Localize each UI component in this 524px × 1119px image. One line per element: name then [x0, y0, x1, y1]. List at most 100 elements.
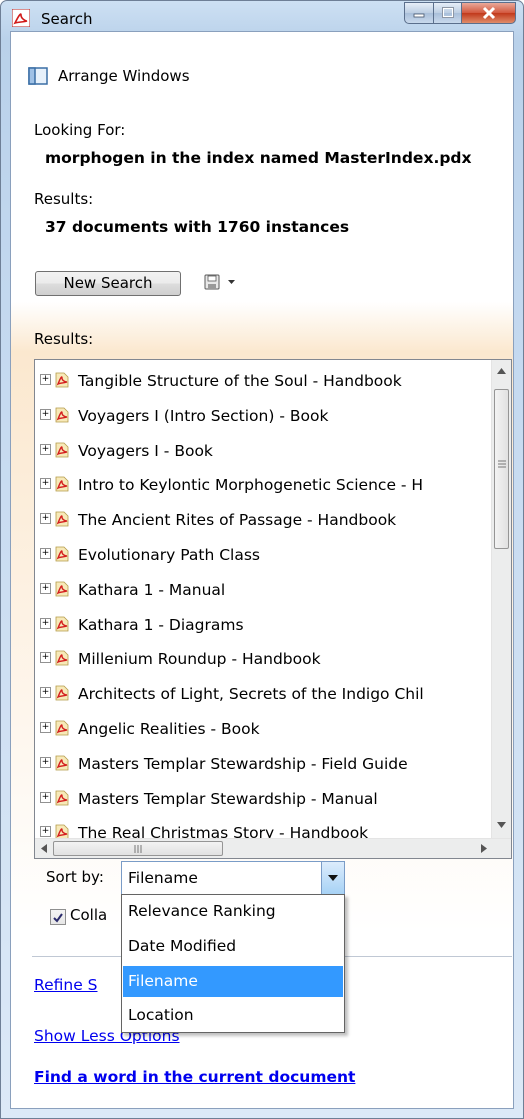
result-item[interactable]: + Tangible Structure of the Soul - Handbo…: [35, 368, 491, 402]
pdf-document-icon: [55, 720, 69, 736]
expand-icon[interactable]: +: [40, 652, 51, 664]
pdf-document-icon: [55, 546, 69, 562]
result-title: Angelic Realities - Book: [78, 720, 260, 738]
scroll-up-icon[interactable]: [497, 368, 506, 374]
expand-icon[interactable]: +: [40, 408, 51, 420]
expand-icon[interactable]: +: [40, 374, 51, 385]
vertical-scrollbar[interactable]: [491, 360, 511, 838]
sort-dropdown-button[interactable]: [321, 862, 344, 894]
result-item[interactable]: + Voyagers I (Intro Section) - Book: [35, 403, 491, 437]
result-title: Voyagers I - Book: [78, 441, 213, 460]
refine-search-link[interactable]: Refine S: [34, 976, 98, 994]
grip-icon: [134, 845, 142, 853]
expand-icon[interactable]: +: [40, 791, 51, 803]
pdf-document-icon: [55, 755, 69, 771]
title-bar[interactable]: Search: [1, 1, 523, 31]
window-title: Search: [41, 10, 93, 28]
results-tree[interactable]: + Tangible Structure of the Soul - Handbo…: [34, 359, 512, 859]
pdf-document-icon: [55, 616, 69, 631]
horizontal-scroll-thumb[interactable]: [53, 841, 223, 856]
result-item[interactable]: + The Ancient Rites of Passage - Handbook: [35, 507, 491, 541]
sort-by-value: Filename: [128, 869, 198, 887]
expand-icon[interactable]: +: [40, 617, 51, 629]
save-menu-button[interactable]: [204, 273, 240, 293]
scroll-down-icon[interactable]: [497, 822, 506, 828]
close-button[interactable]: [461, 2, 516, 24]
looking-for-label: Looking For:: [34, 121, 126, 139]
result-item[interactable]: + Architects of Light, Secrets of the Ind…: [35, 681, 491, 715]
vertical-scroll-thumb[interactable]: [494, 389, 509, 549]
result-item[interactable]: + Angelic Realities - Book: [35, 716, 491, 750]
sort-option-location[interactable]: Location: [123, 1000, 343, 1031]
result-title: Tangible Structure of the Soul - Handboo…: [78, 372, 402, 390]
sort-option-date-modified[interactable]: Date Modified: [123, 931, 343, 962]
expand-icon[interactable]: +: [40, 687, 51, 699]
result-item[interactable]: + Voyagers I - Book: [35, 438, 491, 472]
result-title: The Ancient Rites of Passage - Handbook: [78, 511, 397, 530]
result-title: Kathara 1 - Manual: [78, 580, 226, 599]
result-item[interactable]: + Kathara 1 - Diagrams: [35, 612, 491, 646]
arrange-windows-label: Arrange Windows: [58, 67, 190, 85]
result-title: Intro to Keylontic Morphogenetic Science…: [78, 476, 424, 495]
minimize-icon: [413, 13, 425, 18]
result-title: Voyagers I (Intro Section) - Book: [78, 406, 329, 425]
result-title: Kathara 1 - Diagrams: [78, 615, 244, 634]
pdf-document-icon: [55, 685, 69, 701]
sort-option-filename[interactable]: Filename: [123, 966, 343, 997]
pdf-document-icon: [55, 372, 69, 388]
sort-options-list[interactable]: Relevance Ranking Date Modified Filename…: [121, 894, 345, 1033]
pdf-document-icon: [55, 581, 69, 597]
result-item[interactable]: + Millenium Roundup - Handbook: [35, 646, 491, 680]
pdf-document-icon: [55, 790, 69, 805]
results-summary: 37 documents with 1760 instances: [45, 218, 350, 236]
result-item[interactable]: + Evolutionary Path Class: [35, 542, 491, 576]
expand-icon[interactable]: +: [40, 513, 51, 525]
sort-by-select[interactable]: Filename: [121, 861, 345, 895]
save-icon: [204, 274, 220, 290]
search-query-text: morphogen in the index named MasterIndex…: [45, 149, 472, 167]
find-word-link[interactable]: Find a word in the current document: [34, 1068, 355, 1086]
horizontal-scrollbar[interactable]: [35, 838, 511, 858]
new-search-button[interactable]: New Search: [35, 271, 181, 296]
result-title: Evolutionary Path Class: [78, 546, 260, 564]
result-item[interactable]: + Intro to Keylontic Morphogenetic Scienc…: [35, 472, 491, 506]
close-icon: [482, 6, 495, 20]
minimize-button[interactable]: [404, 2, 434, 24]
pdf-document-icon: [55, 650, 69, 666]
expand-icon[interactable]: +: [40, 756, 51, 768]
result-item[interactable]: + Kathara 1 - Manual: [35, 577, 491, 611]
expand-icon[interactable]: +: [40, 443, 51, 455]
search-panel: Arrange Windows Looking For: morphogen i…: [10, 31, 514, 1109]
sort-option-relevance[interactable]: Relevance Ranking: [123, 896, 343, 927]
result-title: Millenium Roundup - Handbook: [78, 650, 321, 669]
expand-icon[interactable]: +: [40, 582, 51, 594]
window-layout-icon: [28, 67, 48, 85]
result-item[interactable]: + Masters Templar Stewardship - Field Gui…: [35, 751, 491, 785]
arrange-windows-button[interactable]: Arrange Windows: [28, 65, 228, 89]
pdf-document-icon: [55, 442, 69, 457]
maximize-button[interactable]: [433, 2, 462, 24]
scroll-right-icon[interactable]: [481, 844, 487, 853]
pdf-document-icon: [55, 407, 69, 423]
results-list-label: Results:: [34, 330, 94, 348]
chevron-down-icon: [328, 875, 338, 881]
expand-icon[interactable]: +: [40, 548, 51, 559]
maximize-icon: [441, 7, 454, 18]
result-title: Masters Templar Stewardship - Field Guid…: [78, 754, 408, 773]
result-item[interactable]: + Masters Templar Stewardship - Manual: [35, 786, 491, 820]
scroll-left-icon[interactable]: [41, 844, 47, 853]
collapse-checkbox[interactable]: [50, 909, 66, 925]
dropdown-arrow-icon: [228, 280, 235, 284]
expand-icon[interactable]: +: [40, 478, 51, 490]
result-title: Masters Templar Stewardship - Manual: [78, 789, 378, 808]
grip-icon: [498, 460, 506, 468]
checkmark-icon: [53, 913, 63, 923]
pdf-document-icon: [55, 476, 69, 492]
expand-icon[interactable]: +: [40, 826, 51, 838]
results-header-label: Results:: [34, 190, 94, 208]
acrobat-icon: [12, 9, 30, 27]
expand-icon[interactable]: +: [40, 722, 51, 733]
search-window: Search Arrange Windows Looking For: morp…: [0, 0, 524, 1119]
collapse-label: Colla: [70, 906, 108, 924]
pdf-document-icon: [55, 511, 69, 527]
